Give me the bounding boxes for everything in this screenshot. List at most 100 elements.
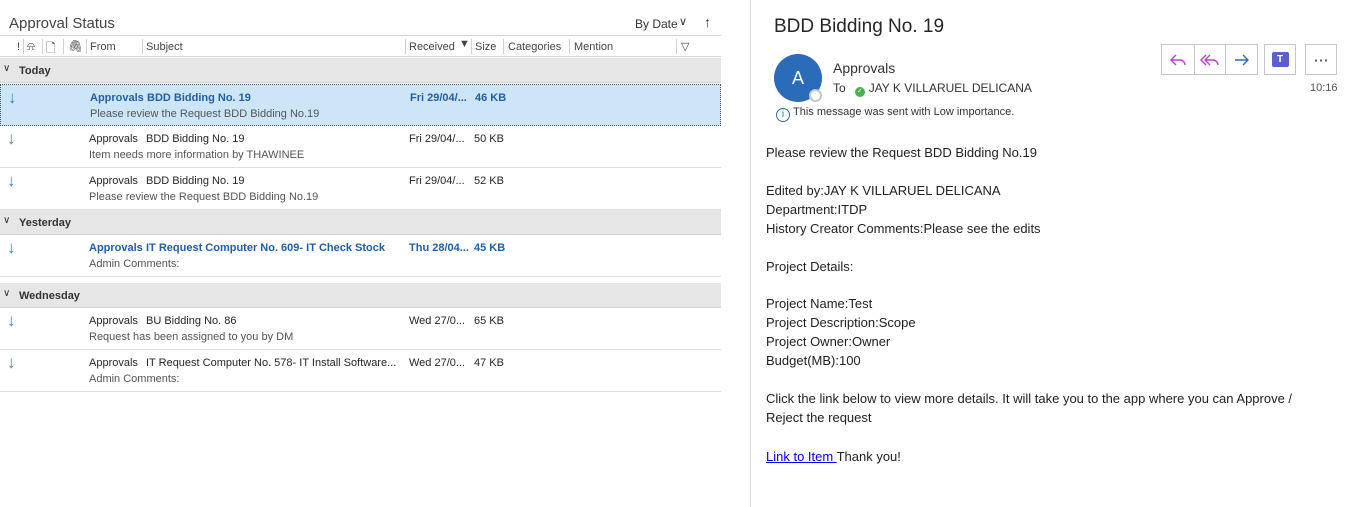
from-column-header[interactable]: From [90,41,116,53]
available-check-icon: ✓ [854,87,865,97]
low-importance-arrow-icon: ↓ [7,129,16,148]
message-from: Approvals [89,175,138,187]
column-separator [405,39,406,54]
attachment-paperclip-icon[interactable]: 🖇 [68,39,83,53]
outlook-window: Approval Status By Date ∨ ↑ ! ⍾ 🗋 🖇 From… [0,0,1366,507]
message-from: Approvals [89,242,143,254]
response-button-group [1161,44,1258,75]
message-received: Fri 29/04/... [410,92,467,104]
reply-all-icon [1199,54,1219,65]
sort-descending-icon[interactable]: ▼ [459,38,470,50]
received-column-header[interactable]: Received [409,41,455,53]
group-label: Yesterday [19,217,71,229]
item-icon-column-icon[interactable]: 🗋 [46,39,56,60]
categories-column-header[interactable]: Categories [508,41,561,53]
message-row[interactable]: ↓ Approvals IT Request Computer No. 578-… [0,350,721,392]
more-actions-button[interactable]: ⋯ [1305,44,1337,75]
body-line: Link to Item Thank you! [766,449,901,464]
chevron-down-icon[interactable]: ∨ [679,15,687,28]
message-row[interactable]: ↓ Approvals BDD Bidding No. 19 Item need… [0,126,721,168]
message-row[interactable]: ↓ Approvals BDD Bidding No. 19 Please re… [0,84,721,126]
importance-text: This message was sent with Low importanc… [793,106,1015,118]
message-preview: Admin Comments: [89,373,180,385]
message-time: 10:16 [1310,82,1338,94]
low-importance-arrow-icon: ↓ [7,353,16,372]
group-header-yesterday[interactable]: ∨ Yesterday [0,210,721,235]
column-separator [42,39,43,54]
column-separator [676,39,677,54]
importance-notice: i This message was sent with Low importan… [776,106,1014,122]
teams-icon: T [1271,52,1289,67]
message-subject: BDD Bidding No. 19 [146,175,245,187]
body-line: Department:ITDP [766,202,868,217]
message-size: 50 KB [474,133,504,145]
low-importance-arrow-icon: ↓ [7,311,16,330]
message-subject: BDD Bidding No. 19 [147,92,251,104]
column-separator [63,39,64,54]
message-received: Wed 27/0... [409,357,466,369]
column-separator [503,39,504,54]
message-preview: Please review the Request BDD Bidding No… [90,108,320,120]
body-line: Click the link below to view more detail… [766,391,1293,406]
body-line: Reject the request [766,410,872,425]
subject-column-header[interactable]: Subject [146,41,183,53]
message-from: Approvals [89,133,138,145]
message-received: Thu 28/04... [409,242,469,254]
column-separator [471,39,472,54]
message-row[interactable]: ↓ Approvals BU Bidding No. 86 Request ha… [0,308,721,350]
teams-share-button[interactable]: T [1264,44,1296,75]
link-to-item[interactable]: Link to Item [766,449,837,464]
chevron-down-icon[interactable]: ∨ [3,63,10,74]
column-separator [569,39,570,54]
recipient-name[interactable]: JAY K VILLARUEL DELICANA [869,81,1032,95]
message-row[interactable]: ↓ Approvals BDD Bidding No. 19 Please re… [0,168,721,210]
forward-arrow-icon [1234,54,1249,65]
low-importance-arrow-icon: ↓ [7,238,16,257]
message-from: Approvals [89,357,138,369]
chevron-down-icon[interactable]: ∨ [3,215,10,226]
column-separator [142,39,143,54]
message-size: 65 KB [474,315,504,327]
folder-title: Approval Status [9,15,115,32]
message-size: 46 KB [475,92,507,104]
mention-column-header[interactable]: Mention [574,41,613,53]
group-header-today[interactable]: ∨ Today [0,58,721,83]
thanks-text: Thank you! [836,449,901,464]
size-column-header[interactable]: Size [475,41,496,53]
message-row[interactable]: ↓ Approvals IT Request Computer No. 609-… [0,235,721,277]
body-line: Please review the Request BDD Bidding No… [766,145,1037,160]
message-subject: IT Request Computer No. 609- IT Check St… [146,242,385,254]
flag-filter-icon[interactable]: ▽ [681,40,689,53]
reply-all-button[interactable] [1193,45,1226,74]
message-list-pane: Approval Status By Date ∨ ↑ ! ⍾ 🗋 🖇 From… [0,0,721,507]
message-from: Approvals [90,92,144,104]
group-label: Today [19,65,51,77]
low-importance-arrow-icon: ↓ [8,88,17,107]
column-separator [86,39,87,54]
reminder-bell-icon[interactable]: ⍾ [27,39,35,54]
recipient-line: To ✓ JAY K VILLARUEL DELICANA [833,81,1032,97]
body-line: Project Details: [766,259,854,274]
forward-button[interactable] [1225,45,1257,74]
reply-icon [1169,54,1186,65]
group-header-wednesday[interactable]: ∨ Wednesday [0,283,721,308]
reply-button[interactable] [1162,45,1194,74]
message-preview: Please review the Request BDD Bidding No… [89,191,319,203]
info-icon: i [776,108,790,122]
importance-column-header[interactable]: ! [17,41,20,53]
sender-name[interactable]: Approvals [833,60,895,76]
message-from: Approvals [89,315,138,327]
message-subject: BDD Bidding No. 19 [146,133,245,145]
sort-by-dropdown[interactable]: By Date [635,17,678,31]
column-header-bar: ! ⍾ 🗋 🖇 From Subject Received ▼ Size Cat… [0,35,721,57]
body-line: Project Name:Test [766,296,873,311]
body-line: Edited by:JAY K VILLARUEL DELICANA [766,183,1001,198]
presence-status-icon [809,89,822,102]
message-preview: Request has been assigned to you by DM [89,331,294,343]
column-separator [23,39,24,54]
body-line: History Creator Comments:Please see the … [766,221,1041,236]
chevron-down-icon[interactable]: ∨ [3,288,10,299]
message-received: Fri 29/04/... [409,133,465,145]
sort-direction-arrow-icon[interactable]: ↑ [704,14,711,30]
body-line: Project Description:Scope [766,315,916,330]
